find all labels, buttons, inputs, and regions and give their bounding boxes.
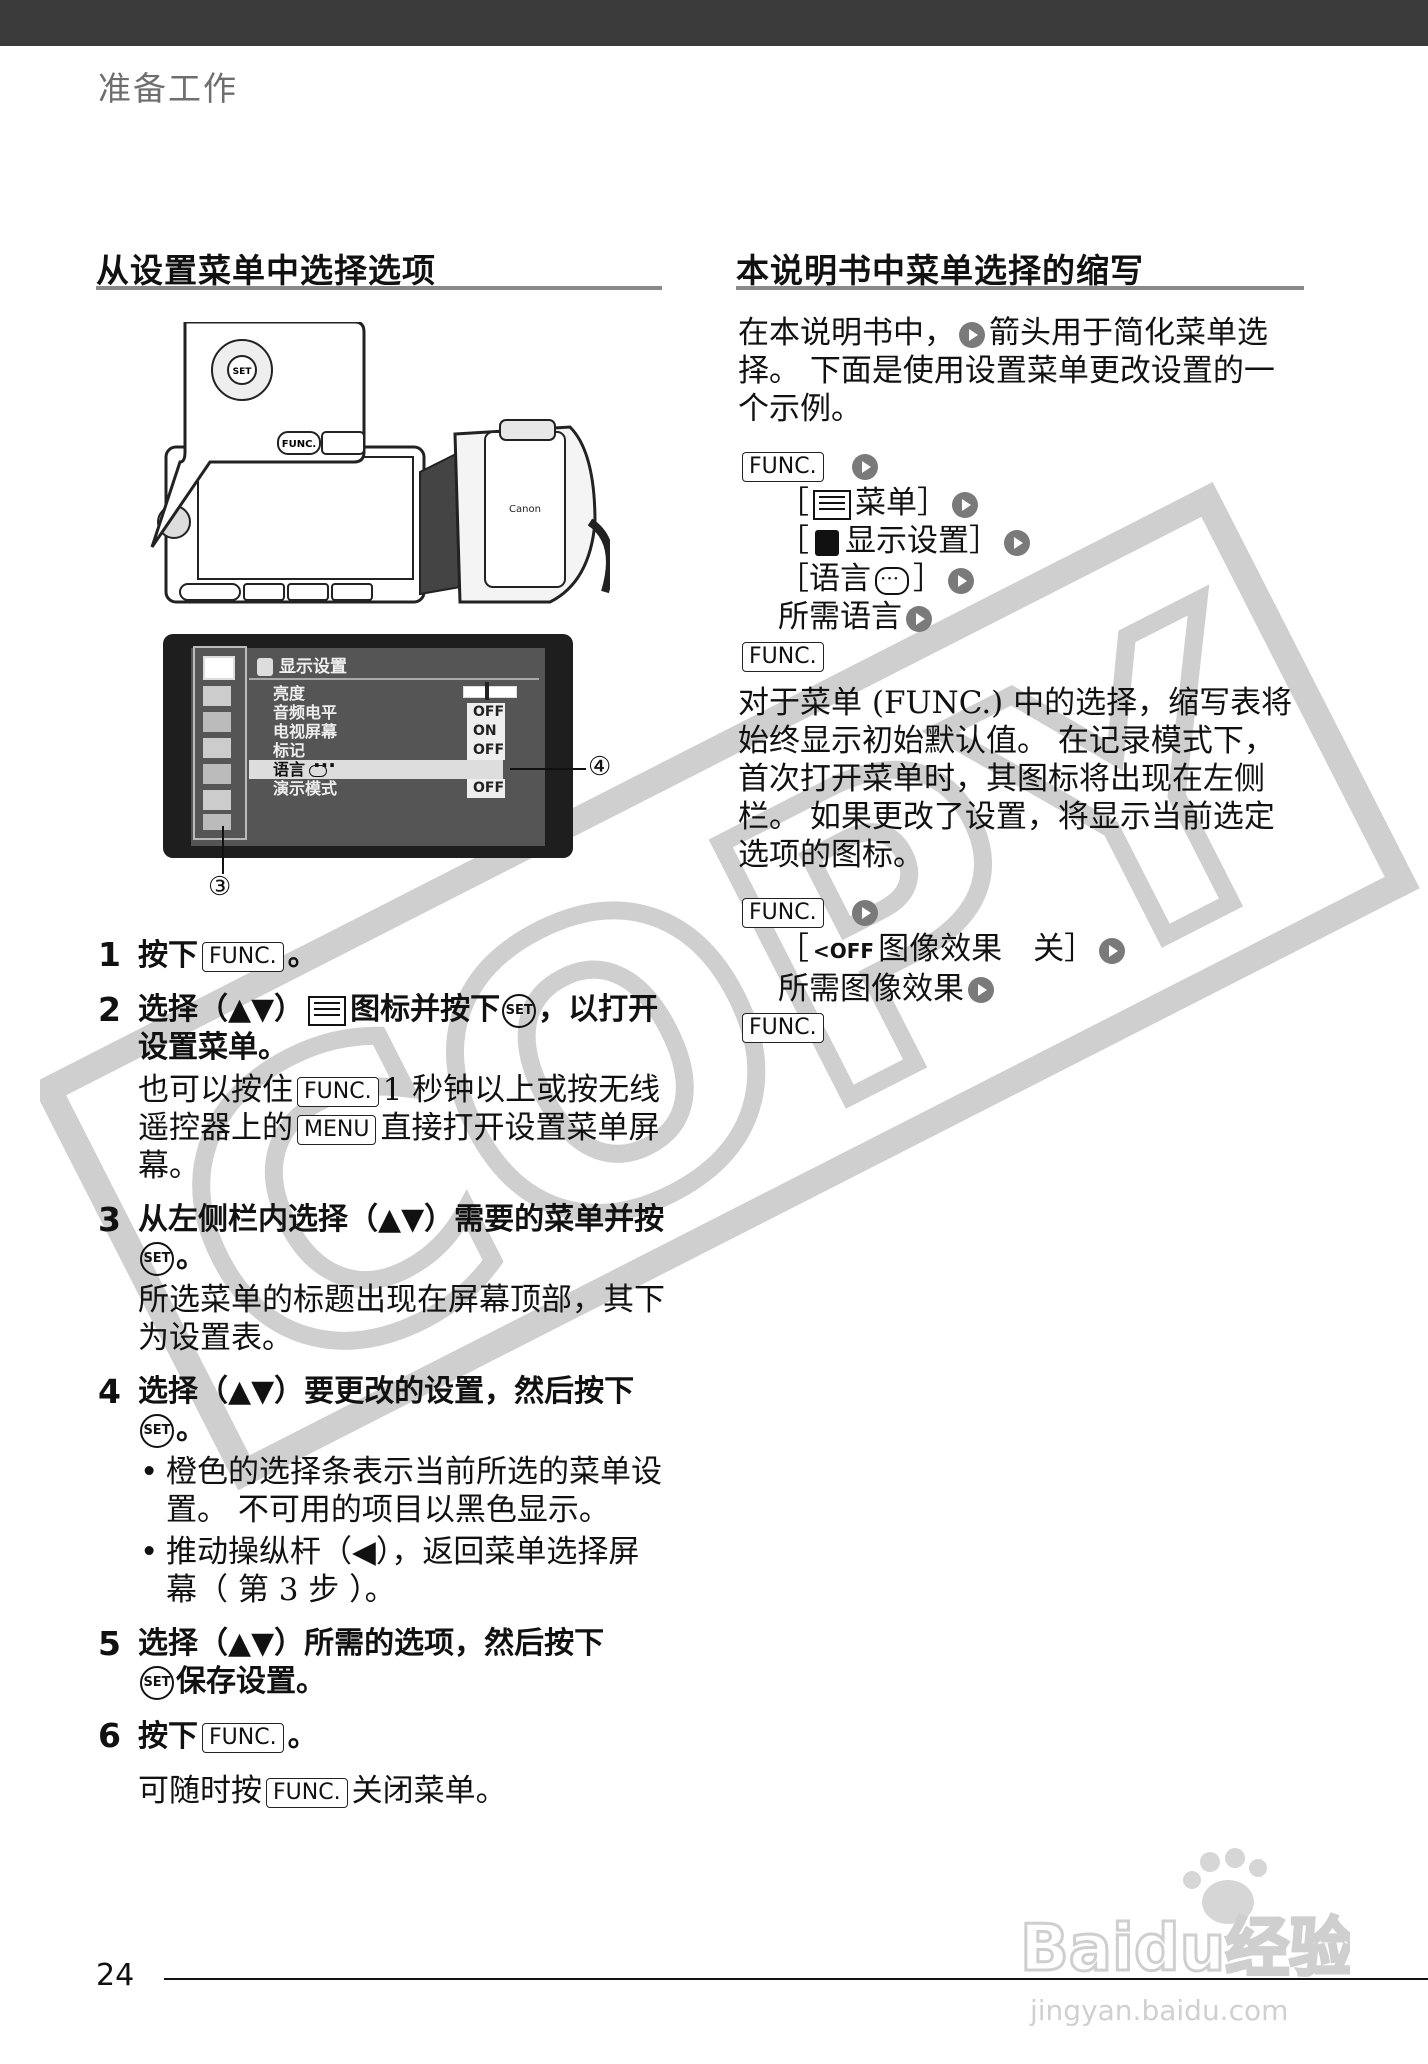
func-key: FUNC.	[742, 1013, 824, 1043]
menu-item-value: OFF	[467, 779, 505, 798]
callout-line-bottom	[222, 826, 224, 874]
time-icon	[203, 790, 231, 810]
menu-list-icon	[813, 489, 851, 520]
arrow-icon	[851, 453, 878, 480]
menu-item-value: ON	[467, 722, 505, 741]
defaults-paragraph: 对于菜单 (FUNC.) 中的选择，缩写表将始终显示初始默认值。 在记录模式下，…	[738, 685, 1293, 873]
func-key: FUNC.	[202, 1722, 284, 1753]
left-heading: 从设置菜单中选择选项	[96, 251, 436, 290]
menu-key: MENU	[297, 1114, 377, 1145]
menu-screen-header: 显示设置	[279, 657, 347, 677]
step-1: 1 按下 FUNC.。	[98, 935, 318, 974]
set-button-icon: SET	[140, 1413, 174, 1448]
bullet-item: 橙色的选择条表示当前所选的菜单设置。 不可用的项目以黑色显示。	[138, 1453, 668, 1529]
example-1: FUNC. ［菜单］ ［显示设置］ ［语言］ 所需语言 FUNC.	[738, 446, 1298, 674]
language-icon	[875, 559, 909, 597]
baidu-url: jingyan.baidu.com	[1029, 1994, 1288, 2027]
callout-line-right	[510, 768, 586, 770]
right-heading-rule	[736, 286, 1304, 290]
display-settings-icon	[815, 529, 839, 556]
set-button-icon: SET	[140, 1665, 174, 1700]
camera-icon	[203, 686, 231, 706]
brand-text: Canon	[509, 504, 541, 515]
svg-text:SET: SET	[233, 367, 253, 377]
page-number: 24	[96, 1958, 135, 1993]
func-key: FUNC.	[297, 1076, 379, 1107]
camcorder-illustration: Canon SET FUNC.	[150, 322, 610, 604]
image-effect-off-icon: <OFF	[813, 938, 875, 963]
right-content: 在本说明书中， 箭头用于简化菜单选择。 下面是使用设置菜单更改设置的一个示例。 F…	[738, 304, 1298, 1054]
menu-item-selected: 语言	[249, 756, 503, 779]
arrow-icon	[948, 567, 974, 594]
step-6: 6 按下 FUNC.。 可随时按 FUNC. 关闭菜单。	[98, 1716, 507, 1810]
right-heading: 本说明书中菜单选择的缩写	[736, 251, 1144, 290]
step-5: 5 选择（▲▼）所需的选项，然后按下 SET 保存设置。	[98, 1624, 605, 1700]
set-button-icon: SET	[140, 1241, 174, 1276]
step-2: 2 选择（▲▼） 图标并按下 SET ，以打开设置菜单。 也可以按住 FUNC. 1 秒钟…	[98, 990, 661, 1185]
baidu-logo: Baidu经验 jingyan.baidu.com	[1019, 1848, 1350, 2027]
example-2: FUNC. ［ <OFF 图像效果 关］ 所需图像效果 FUNC.	[738, 892, 1298, 1046]
menu-icon	[203, 656, 235, 680]
func-key: FUNC.	[742, 897, 824, 928]
func-key: FUNC.	[742, 451, 824, 482]
arrow-icon	[851, 899, 878, 926]
menu-screen: 显示设置 亮度 音频电平 电视屏幕 标记 语言 演示模式 OFF ON OFF …	[163, 634, 573, 858]
arrow-icon	[1099, 937, 1126, 964]
steps-list: 1 按下 FUNC.。 2 选择（▲▼） 图标并按下 SET ，以打开设置菜单。 也可以…	[98, 935, 668, 1826]
language-icon	[309, 756, 336, 777]
baidu-wordmark: Baidu经验	[1020, 1912, 1350, 1986]
bullet-item: 推动操纵杆（◀），返回菜单选择屏幕（ 第 3 步 ）。	[138, 1533, 668, 1609]
func-key: FUNC.	[742, 641, 824, 672]
arrow-icon	[959, 321, 985, 348]
display-icon	[203, 738, 231, 758]
arrow-icon	[952, 491, 978, 518]
menu-item-value: OFF	[467, 741, 505, 760]
step-3: 3 从左侧栏内选择（▲▼）需要的菜单并按SET。 所选菜单的标题出现在屏幕顶部，…	[98, 1200, 665, 1357]
top-bar	[0, 0, 1428, 46]
section-label: 准备工作	[98, 69, 238, 108]
menu-item-value: OFF	[467, 703, 505, 722]
menu-list-icon	[308, 995, 347, 1026]
display-settings-icon	[257, 658, 273, 676]
brightness-slider	[463, 686, 517, 698]
arrow-icon	[968, 977, 994, 1003]
tools-icon	[203, 764, 231, 784]
arrow-icon	[1004, 529, 1030, 556]
step-4: 4 选择（▲▼）要更改的设置，然后按下SET。 橙色的选择条表示当前所选的菜单设…	[98, 1373, 668, 1609]
left-heading-rule	[96, 286, 662, 290]
func-button-label: FUNC.	[282, 439, 316, 450]
callout-4: ④	[588, 752, 612, 782]
callout-3: ③	[208, 872, 232, 902]
arrow-icon	[906, 605, 932, 632]
back-icon	[203, 814, 231, 830]
set-button-icon: SET	[502, 993, 537, 1028]
func-key: FUNC.	[266, 1777, 348, 1808]
setup-icon	[203, 712, 231, 732]
brightness-slider-mark	[485, 682, 489, 700]
func-key: FUNC.	[202, 941, 284, 972]
